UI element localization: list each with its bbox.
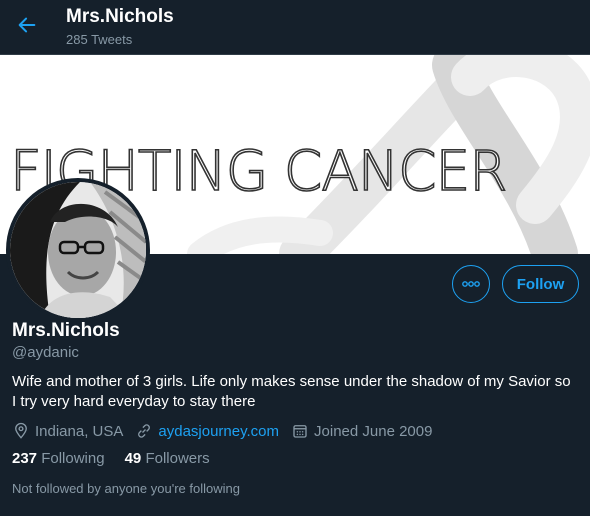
location-text: Indiana, USA bbox=[35, 422, 124, 440]
website-link[interactable]: aydasjourney.com bbox=[158, 423, 279, 440]
back-button[interactable] bbox=[12, 10, 42, 40]
link-icon bbox=[138, 424, 151, 438]
followed-by-note: Not followed by anyone you're following bbox=[12, 481, 240, 496]
profile-meta: Indiana, USA aydasjourney.com Joined Jun… bbox=[12, 421, 444, 441]
following-count: 237 bbox=[12, 450, 38, 467]
top-bar: Mrs.Nichols 285 Tweets bbox=[0, 0, 590, 55]
more-options-button[interactable] bbox=[452, 265, 490, 303]
arrow-left-icon bbox=[18, 17, 36, 33]
more-dots-icon bbox=[462, 281, 480, 287]
followers-count: 49 bbox=[124, 450, 142, 467]
website-item: aydasjourney.com bbox=[135, 422, 279, 440]
profile-name: Mrs.Nichols bbox=[12, 320, 120, 341]
location-pin-icon bbox=[15, 422, 27, 439]
following-stat[interactable]: 237 Following bbox=[12, 450, 105, 467]
follow-stats: 237 Following 49 Followers bbox=[12, 450, 230, 467]
calendar-icon bbox=[293, 425, 307, 438]
follow-button[interactable]: Follow bbox=[502, 265, 579, 303]
tweet-count: 285 Tweets bbox=[66, 32, 133, 47]
profile-handle: @aydanic bbox=[12, 344, 79, 361]
avatar-photo bbox=[10, 182, 146, 318]
profile-bio: Wife and mother of 3 girls. Life only ma… bbox=[12, 373, 571, 410]
profile-avatar[interactable] bbox=[6, 178, 150, 322]
header-title: Mrs.Nichols bbox=[66, 6, 174, 27]
followers-label: Followers bbox=[145, 450, 210, 467]
following-label: Following bbox=[41, 450, 105, 467]
location-item: Indiana, USA bbox=[12, 422, 123, 440]
joined-text: Joined June 2009 bbox=[314, 422, 433, 440]
followers-stat[interactable]: 49 Followers bbox=[125, 450, 210, 467]
joined-item: Joined June 2009 bbox=[291, 422, 432, 440]
